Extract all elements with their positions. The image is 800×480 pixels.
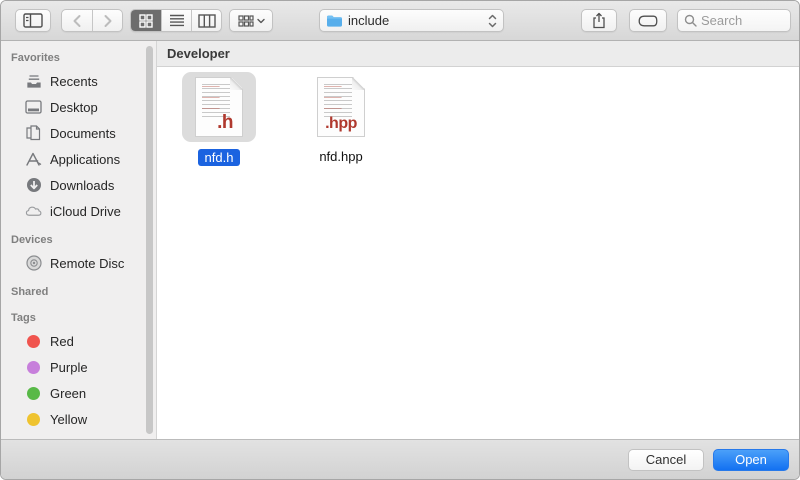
downloads-icon	[25, 177, 42, 194]
sidebar-item-tag-green[interactable]: Green	[1, 380, 156, 406]
sidebar-section-devices: Devices	[1, 230, 156, 250]
sidebar-item-tag-purple[interactable]: Purple	[1, 354, 156, 380]
view-columns-button[interactable]	[191, 10, 221, 31]
list-view-icon	[169, 14, 185, 27]
icloud-icon	[25, 203, 42, 220]
view-list-button[interactable]	[161, 10, 191, 31]
search-field-container	[677, 9, 791, 32]
recents-icon	[25, 73, 42, 90]
file-extension-text: .hpp	[318, 115, 364, 133]
sidebar-item-desktop[interactable]: Desktop	[1, 94, 156, 120]
sidebar-item-tag-red[interactable]: Red	[1, 328, 156, 354]
file-item-nfd-h[interactable]: .h nfd.h	[181, 72, 257, 166]
grid-view-icon	[139, 14, 153, 28]
tag-icon	[638, 15, 658, 27]
file-name-label: nfd.hpp	[319, 149, 362, 164]
sidebar-item-label: iCloud Drive	[50, 204, 121, 219]
header-file-icon: .hpp	[317, 77, 365, 137]
toolbar-right-tools	[581, 9, 791, 32]
file-name-label: nfd.h	[198, 149, 241, 166]
current-folder-name: include	[348, 13, 483, 28]
share-icon	[592, 12, 606, 29]
tag-label: Green	[50, 386, 86, 401]
sidebar-toggle-icon	[23, 13, 43, 28]
sidebar-item-label: Desktop	[50, 100, 98, 115]
sidebar-item-label: Downloads	[50, 178, 114, 193]
sidebar-item-tag-yellow[interactable]: Yellow	[1, 406, 156, 432]
page-fold-corner	[230, 77, 243, 90]
chevron-right-icon	[103, 14, 113, 28]
toolbar: include	[1, 1, 799, 41]
tag-label: Yellow	[50, 412, 87, 427]
chevron-left-icon	[72, 14, 82, 28]
file-grid: .h nfd.h .hpp nfd.hpp	[157, 67, 799, 166]
sidebar-scrollbar[interactable]	[146, 46, 153, 434]
sidebar-section-tags: Tags	[1, 308, 156, 328]
sidebar-item-label: Documents	[50, 126, 116, 141]
history-nav	[61, 9, 123, 32]
tags-button[interactable]	[629, 9, 667, 32]
open-file-dialog: include	[0, 0, 800, 480]
up-down-chevrons-icon	[488, 14, 497, 28]
folder-icon	[326, 14, 343, 28]
back-button[interactable]	[62, 10, 92, 31]
sidebar-item-remote-disc[interactable]: Remote Disc	[1, 250, 156, 276]
sidebar-item-documents[interactable]: Documents	[1, 120, 156, 146]
tag-label: Red	[50, 334, 74, 349]
dialog-body: Favorites Recents Desktop Documents	[1, 41, 799, 439]
tag-label: Purple	[50, 360, 88, 375]
sidebar-item-recents[interactable]: Recents	[1, 68, 156, 94]
sidebar-section-favorites: Favorites	[1, 48, 156, 68]
forward-button[interactable]	[92, 10, 122, 31]
sidebar: Favorites Recents Desktop Documents	[1, 41, 157, 439]
dialog-footer: Cancel Open	[1, 439, 799, 479]
search-icon	[684, 14, 697, 27]
sidebar-item-tag-blue-clipped[interactable]	[1, 432, 156, 439]
tag-color-dot	[27, 387, 40, 400]
file-extension-text: .h	[196, 112, 242, 134]
cancel-button[interactable]: Cancel	[628, 449, 704, 471]
sidebar-item-label: Recents	[50, 74, 98, 89]
file-icon-selection-background: .h	[182, 72, 256, 142]
sidebar-item-applications[interactable]: Applications	[1, 146, 156, 172]
current-folder-dropdown[interactable]: include	[319, 9, 504, 32]
view-mode-segmented-control	[130, 9, 222, 32]
view-grid-button[interactable]	[131, 10, 161, 31]
sidebar-item-downloads[interactable]: Downloads	[1, 172, 156, 198]
documents-icon	[25, 125, 42, 142]
file-item-nfd-hpp[interactable]: .hpp nfd.hpp	[303, 72, 379, 166]
open-button[interactable]: Open	[713, 449, 789, 471]
sidebar-item-label: Remote Disc	[50, 256, 124, 271]
tag-color-dot	[27, 335, 40, 348]
file-icon-background: .hpp	[304, 72, 378, 142]
tag-color-dot	[27, 413, 40, 426]
arrange-grid-icon	[238, 15, 254, 27]
disc-icon	[25, 255, 42, 272]
sidebar-section-shared: Shared	[1, 282, 156, 302]
share-button[interactable]	[581, 9, 617, 32]
header-file-icon: .h	[195, 77, 243, 137]
arrange-dropdown-button[interactable]	[229, 9, 273, 32]
page-fold-corner	[352, 77, 365, 90]
applications-icon	[25, 151, 42, 168]
file-browser-content: Developer .h nfd.h	[157, 41, 799, 439]
chevron-down-icon	[257, 18, 265, 24]
tag-color-dot	[27, 361, 40, 374]
columns-view-icon	[198, 14, 216, 28]
sidebar-item-label: Applications	[50, 152, 120, 167]
search-input[interactable]	[701, 13, 781, 28]
tag-color-dot	[27, 439, 40, 440]
sidebar-item-icloud-drive[interactable]: iCloud Drive	[1, 198, 156, 224]
desktop-icon	[25, 99, 42, 116]
sidebar-toggle-button[interactable]	[15, 9, 51, 32]
group-header: Developer	[157, 41, 799, 67]
